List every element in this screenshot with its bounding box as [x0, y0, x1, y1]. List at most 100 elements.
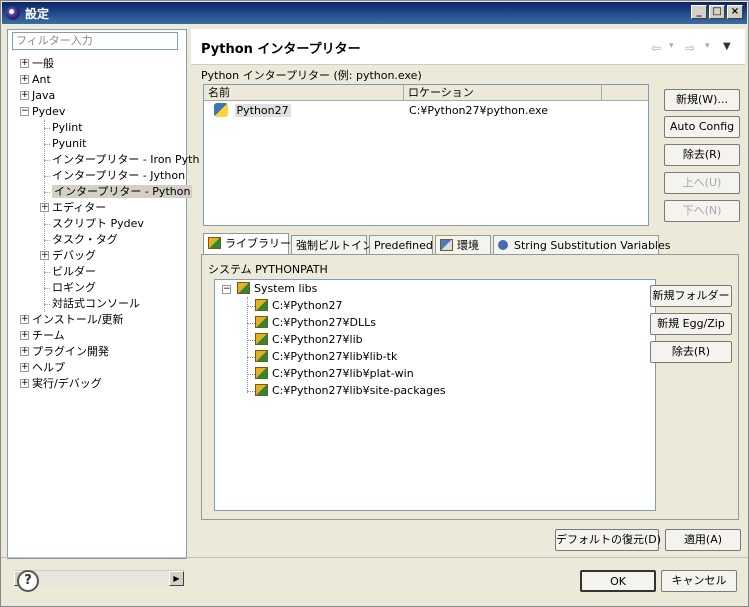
library-path-item[interactable]: C:¥Python27¥DLLs — [255, 315, 376, 331]
tree-expander-icon[interactable]: + — [20, 347, 29, 356]
tree-item[interactable]: Pyunit — [52, 136, 86, 152]
library-path-item[interactable]: C:¥Python27¥lib¥site-packages — [255, 383, 446, 399]
library-path-item[interactable]: C:¥Python27¥lib¥plat-win — [255, 366, 414, 382]
column-location[interactable]: ロケーション — [404, 85, 602, 101]
python-icon — [214, 103, 228, 117]
interpreter-table: 名前 ロケーション Python27 C:¥Python27¥python.ex… — [203, 84, 649, 226]
tree-item-label: プラグイン開発 — [32, 345, 109, 358]
tree-item[interactable]: エディター — [52, 200, 106, 216]
maximize-button[interactable]: □ — [709, 5, 725, 19]
preferences-window: 設定 _ □ × フィルター入力 一般 + Ant + Java + Pydev − Pylin… — [0, 0, 749, 607]
tree-item-label: Ant — [32, 73, 51, 86]
tree-expander-icon[interactable]: + — [20, 59, 29, 68]
window-title: 設定 — [25, 6, 50, 21]
system-libs-expander-icon[interactable]: − — [222, 285, 231, 294]
tree-item[interactable]: Ant — [32, 72, 51, 88]
apply-button[interactable]: 適用(A) — [665, 529, 741, 551]
up-button[interactable]: 上へ(U) — [664, 172, 740, 194]
tree-item[interactable]: ロギング — [52, 280, 96, 296]
dialog-button-bar: ? OK キャンセル — [1, 557, 748, 607]
tree-item[interactable]: インタープリター - Python — [52, 184, 193, 200]
tree-expander-icon[interactable]: + — [20, 315, 29, 324]
remove-library-button[interactable]: 除去(R) — [650, 341, 732, 363]
tree-item[interactable]: タスク・タグ — [52, 232, 118, 248]
cancel-button[interactable]: キャンセル — [661, 570, 737, 592]
tree-item-label: タスク・タグ — [52, 233, 118, 246]
tree-item[interactable]: インストール/更新 — [32, 312, 124, 328]
tree-item-label: ロギング — [52, 281, 96, 294]
library-path-item[interactable]: C:¥Python27¥lib¥lib-tk — [255, 349, 397, 365]
tree-item[interactable]: デバッグ — [52, 248, 96, 264]
view-menu-icon[interactable]: ▼ — [723, 41, 731, 52]
back-icon[interactable]: ⇦ — [651, 41, 661, 55]
tree-expander-icon[interactable]: + — [20, 91, 29, 100]
tree-item[interactable]: インタープリター - Jython — [52, 168, 185, 184]
tree-expander-icon[interactable]: + — [20, 75, 29, 84]
tab-environment[interactable]: 環境 — [435, 235, 491, 255]
column-name[interactable]: 名前 — [204, 85, 404, 101]
tree-item-label: ヘルプ — [32, 361, 65, 374]
tab-predefined[interactable]: Predefined — [369, 235, 433, 255]
page-title: Python インタープリター — [201, 42, 361, 57]
tree-item[interactable]: 実行/デバッグ — [32, 376, 102, 392]
table-row[interactable]: Python27 — [214, 103, 291, 119]
filter-input[interactable]: フィルター入力 — [12, 32, 178, 50]
tree-item[interactable]: インタープリター - Iron Pyth — [52, 152, 199, 168]
tree-item[interactable]: 対話式コンソール — [52, 296, 140, 312]
libraries-panel: システム PYTHONPATH − System libs C:¥Python2… — [201, 254, 739, 520]
tree-item-label: チーム — [32, 329, 65, 342]
tab-forced-builtins[interactable]: 強制ビルトイン — [291, 235, 373, 255]
tree-item-label: Pyunit — [52, 137, 87, 150]
tree-item[interactable]: プラグイン開発 — [32, 344, 109, 360]
forward-dropdown-icon[interactable]: ▾ — [705, 41, 710, 51]
tree-expander-icon[interactable]: + — [20, 331, 29, 340]
tree-item[interactable]: ビルダー — [52, 264, 96, 280]
close-button[interactable]: × — [727, 5, 743, 19]
folder-icon — [255, 384, 268, 396]
tree-item[interactable]: Pylint — [52, 120, 83, 136]
column-filler — [602, 85, 648, 101]
interpreter-label: Python インタープリター (例: python.exe) — [201, 69, 422, 82]
tree-item[interactable]: Pydev — [32, 104, 65, 120]
page-header: Python インタープリター ⇦ ▾ ⇨ ▾ ▼ — [191, 29, 745, 65]
system-libs-node[interactable]: System libs — [237, 281, 317, 297]
help-icon[interactable]: ? — [17, 570, 39, 592]
down-button[interactable]: 下へ(N) — [664, 200, 740, 222]
folder-icon — [255, 316, 268, 328]
tree-item-label: デバッグ — [52, 249, 96, 262]
ok-button[interactable]: OK — [580, 570, 656, 592]
library-path-item[interactable]: C:¥Python27 — [255, 298, 343, 314]
tree-item[interactable]: ヘルプ — [32, 360, 65, 376]
tab-string-substitution[interactable]: String Substitution Variables — [493, 235, 670, 255]
library-path-item[interactable]: C:¥Python27¥lib — [255, 332, 363, 348]
tree-item-label: Pydev — [32, 105, 66, 118]
library-tree: − System libs C:¥Python27 C:¥Python27¥DLL… — [214, 279, 656, 511]
preference-page: Python インタープリター ⇦ ▾ ⇨ ▾ ▼ Python インタープリタ… — [191, 25, 747, 555]
minimize-button[interactable]: _ — [691, 5, 707, 19]
folder-icon — [255, 333, 268, 345]
tree-item[interactable]: スクリプト Pydev — [52, 216, 144, 232]
auto-config-button[interactable]: Auto Config — [664, 116, 740, 138]
tree-item[interactable]: チーム — [32, 328, 65, 344]
new-folder-button[interactable]: 新規フォルダー — [650, 285, 732, 307]
restore-defaults-button[interactable]: デフォルトの復元(D) — [555, 529, 661, 551]
new-egg-zip-button[interactable]: 新規 Egg/Zip — [650, 313, 732, 335]
preference-tree-panel: フィルター入力 一般 + Ant + Java + Pydev − Pylint Pyunit イン… — [7, 29, 199, 586]
remove-interpreter-button[interactable]: 除去(R) — [664, 144, 740, 166]
tree-expander-icon[interactable]: + — [20, 379, 29, 388]
tree-item-label: Java — [32, 89, 56, 102]
back-dropdown-icon[interactable]: ▾ — [669, 41, 674, 51]
forward-icon[interactable]: ⇨ — [685, 41, 695, 55]
folder-icon — [255, 350, 268, 362]
tree-item[interactable]: Java — [32, 88, 55, 104]
interpreter-location: C:¥Python27¥python.exe — [409, 104, 548, 117]
tree-item-label: 実行/デバッグ — [32, 377, 102, 390]
tree-expander-icon[interactable]: + — [20, 363, 29, 372]
tree-item-label: ビルダー — [52, 265, 96, 278]
tree-expander-icon[interactable]: − — [20, 107, 29, 116]
tree-item-label: 対話式コンソール — [52, 297, 140, 310]
tree-item-label: エディター — [52, 201, 107, 214]
new-interpreter-button[interactable]: 新規(W)... — [664, 89, 740, 111]
tab-libraries[interactable]: ライブラリー — [203, 233, 291, 255]
tree-item[interactable]: 一般 — [32, 56, 54, 72]
